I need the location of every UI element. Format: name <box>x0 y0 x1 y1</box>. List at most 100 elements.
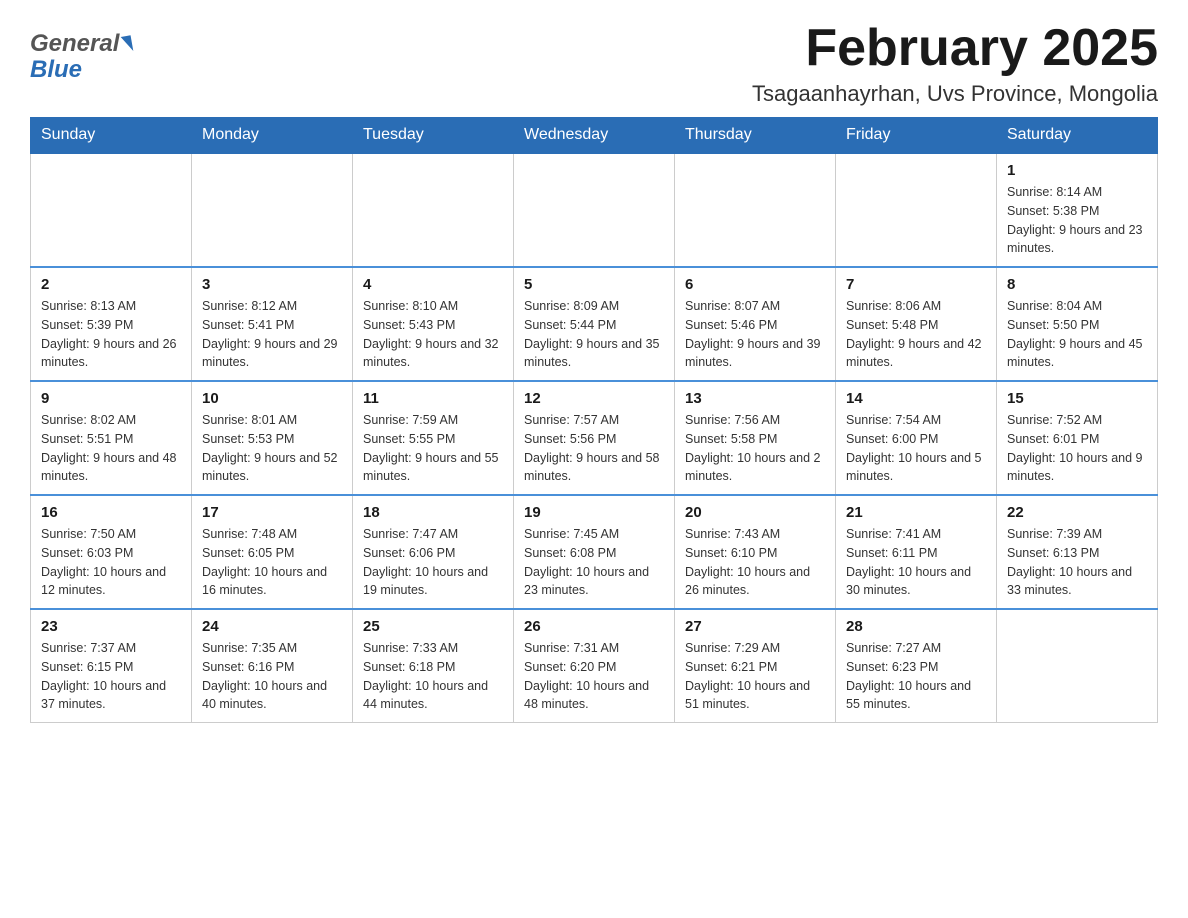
table-row: 12 Sunrise: 7:57 AM Sunset: 5:56 PM Dayligh… <box>514 381 675 495</box>
day-info-line: Sunrise: 7:31 AM <box>524 641 619 655</box>
col-monday: Monday <box>192 118 353 154</box>
day-info-line: Sunrise: 8:02 AM <box>41 413 136 427</box>
table-row: 9 Sunrise: 8:02 AMSunset: 5:51 PMDaylight… <box>31 381 192 495</box>
day-info-line: Sunrise: 7:50 AM <box>41 527 136 541</box>
day-info: Sunrise: 7:56 AMSunset: 5:58 PMDaylight:… <box>685 411 825 486</box>
table-row: 27 Sunrise: 7:29 AMSunset: 6:21 PMDayligh… <box>675 609 836 723</box>
day-info-line: Sunrise: 8:10 AM <box>363 299 458 313</box>
day-number: 13 <box>685 390 825 407</box>
day-info-line: Daylight: 9 hours and 52 minutes. <box>202 451 338 484</box>
table-row: 7Sunrise: 8:06 AMSunset: 5:48 PMDaylight… <box>836 267 997 381</box>
table-row <box>353 153 514 267</box>
calendar-table: Sunday Monday Tuesday Wednesday Thursday… <box>30 117 1158 723</box>
day-info: Sunrise: 8:02 AMSunset: 5:51 PMDaylight:… <box>41 411 181 486</box>
day-info-line: Sunset: 5:41 PM <box>202 318 294 332</box>
day-info: Sunrise: 8:04 AMSunset: 5:50 PMDaylight:… <box>1007 297 1147 372</box>
day-info: Sunrise: 7:41 AMSunset: 6:11 PMDaylight:… <box>846 525 986 600</box>
day-info-line: Daylight: 10 hours and 23 minutes. <box>524 565 649 598</box>
table-row: 22Sunrise: 7:39 AMSunset: 6:13 PMDayligh… <box>997 495 1158 609</box>
day-number: 9 <box>41 390 181 407</box>
calendar-week-row: 16Sunrise: 7:50 AMSunset: 6:03 PMDayligh… <box>31 495 1158 609</box>
day-info-line: Daylight: 10 hours and 12 minutes. <box>41 565 166 598</box>
table-row <box>31 153 192 267</box>
calendar-week-row: 9 Sunrise: 8:02 AMSunset: 5:51 PMDaylight… <box>31 381 1158 495</box>
day-number: 27 <box>685 618 825 635</box>
day-info-line: Sunrise: 7:57 AM <box>524 413 619 427</box>
day-info-line: Daylight: 10 hours and 51 minutes. <box>685 679 810 712</box>
col-sunday: Sunday <box>31 118 192 154</box>
table-row: 19Sunrise: 7:45 AMSunset: 6:08 PMDayligh… <box>514 495 675 609</box>
day-info: Sunrise: 7:39 AMSunset: 6:13 PMDaylight:… <box>1007 525 1147 600</box>
col-saturday: Saturday <box>997 118 1158 154</box>
table-row: 11Sunrise: 7:59 AMSunset: 5:55 PMDayligh… <box>353 381 514 495</box>
day-number: 2 <box>41 276 181 293</box>
day-info-line: Sunrise: 7:56 AM <box>685 413 780 427</box>
day-number: 7 <box>846 276 986 293</box>
col-thursday: Thursday <box>675 118 836 154</box>
day-info-line: Sunset: 6:01 PM <box>1007 432 1099 446</box>
day-number: 15 <box>1007 390 1147 407</box>
day-number: 25 <box>363 618 503 635</box>
day-info-line: Daylight: 10 hours and 48 minutes. <box>524 679 649 712</box>
day-info-line: Sunset: 6:11 PM <box>846 546 938 560</box>
day-info-line: Daylight: 10 hours and 19 minutes. <box>363 565 488 598</box>
calendar-week-row: 23Sunrise: 7:37 AMSunset: 6:15 PMDayligh… <box>31 609 1158 723</box>
day-number: 21 <box>846 504 986 521</box>
day-info-line: Daylight: 9 hours and 58 minutes. <box>524 451 660 484</box>
day-info-line: Sunset: 6:00 PM <box>846 432 938 446</box>
day-info: Sunrise: 7:29 AMSunset: 6:21 PMDaylight:… <box>685 639 825 714</box>
table-row <box>836 153 997 267</box>
page-subtitle: Tsagaanhayrhan, Uvs Province, Mongolia <box>752 81 1158 107</box>
day-info-line: Sunrise: 7:45 AM <box>524 527 619 541</box>
day-number: 12 <box>524 390 664 407</box>
day-info: Sunrise: 7:48 AMSunset: 6:05 PMDaylight:… <box>202 525 342 600</box>
day-info-line: Daylight: 9 hours and 32 minutes. <box>363 337 499 370</box>
table-row: 17Sunrise: 7:48 AMSunset: 6:05 PMDayligh… <box>192 495 353 609</box>
col-wednesday: Wednesday <box>514 118 675 154</box>
day-info-line: Sunrise: 7:52 AM <box>1007 413 1102 427</box>
day-number: 3 <box>202 276 342 293</box>
table-row: 8Sunrise: 8:04 AMSunset: 5:50 PMDaylight… <box>997 267 1158 381</box>
day-info-line: Daylight: 10 hours and 16 minutes. <box>202 565 327 598</box>
day-number: 16 <box>41 504 181 521</box>
day-info-line: Sunrise: 8:12 AM <box>202 299 297 313</box>
day-info-line: Sunrise: 8:14 AM <box>1007 185 1102 199</box>
logo: General Blue <box>30 20 132 84</box>
day-info: Sunrise: 8:09 AMSunset: 5:44 PMDaylight:… <box>524 297 664 372</box>
day-info-line: Sunset: 6:05 PM <box>202 546 294 560</box>
day-info: Sunrise: 8:07 AMSunset: 5:46 PMDaylight:… <box>685 297 825 372</box>
table-row <box>675 153 836 267</box>
calendar-header-row: Sunday Monday Tuesday Wednesday Thursday… <box>31 118 1158 154</box>
day-number: 1 <box>1007 162 1147 179</box>
day-number: 23 <box>41 618 181 635</box>
table-row: 26Sunrise: 7:31 AMSunset: 6:20 PMDayligh… <box>514 609 675 723</box>
day-info-line: Daylight: 10 hours and 37 minutes. <box>41 679 166 712</box>
day-info-line: Sunset: 5:44 PM <box>524 318 616 332</box>
table-row: 23Sunrise: 7:37 AMSunset: 6:15 PMDayligh… <box>31 609 192 723</box>
day-info-line: Daylight: 9 hours and 55 minutes. <box>363 451 499 484</box>
day-info-line: Sunset: 5:55 PM <box>363 432 455 446</box>
day-info-line: Sunset: 5:39 PM <box>41 318 133 332</box>
day-info-line: Sunset: 6:08 PM <box>524 546 616 560</box>
day-info: Sunrise: 8:14 AMSunset: 5:38 PMDaylight:… <box>1007 183 1147 258</box>
day-info-line: Daylight: 10 hours and 5 minutes. <box>846 451 982 484</box>
day-number: 14 <box>846 390 986 407</box>
table-row: 25Sunrise: 7:33 AMSunset: 6:18 PMDayligh… <box>353 609 514 723</box>
table-row: 3Sunrise: 8:12 AMSunset: 5:41 PMDaylight… <box>192 267 353 381</box>
table-row: 14Sunrise: 7:54 AMSunset: 6:00 PMDayligh… <box>836 381 997 495</box>
day-info-line: Daylight: 9 hours and 39 minutes. <box>685 337 821 370</box>
table-row: 24Sunrise: 7:35 AMSunset: 6:16 PMDayligh… <box>192 609 353 723</box>
day-info: Sunrise: 7:45 AM Sunset: 6:08 PM Daylight:… <box>524 525 664 600</box>
day-number: 10 <box>202 390 342 407</box>
day-info-line: Sunset: 5:43 PM <box>363 318 455 332</box>
table-row: 5Sunrise: 8:09 AMSunset: 5:44 PMDaylight… <box>514 267 675 381</box>
day-info-line: Daylight: 10 hours and 33 minutes. <box>1007 565 1132 598</box>
day-info-line: Daylight: 10 hours and 30 minutes. <box>846 565 971 598</box>
day-info-line: Sunset: 5:56 PM <box>524 432 616 446</box>
table-row: 1 Sunrise: 8:14 AMSunset: 5:38 PMDaylight… <box>997 153 1158 267</box>
day-number: 6 <box>685 276 825 293</box>
day-info-line: Sunrise: 8:01 AM <box>202 413 297 427</box>
day-number: 4 <box>363 276 503 293</box>
day-info-line: Daylight: 10 hours and 9 minutes. <box>1007 451 1143 484</box>
day-info: Sunrise: 8:12 AMSunset: 5:41 PMDaylight:… <box>202 297 342 372</box>
